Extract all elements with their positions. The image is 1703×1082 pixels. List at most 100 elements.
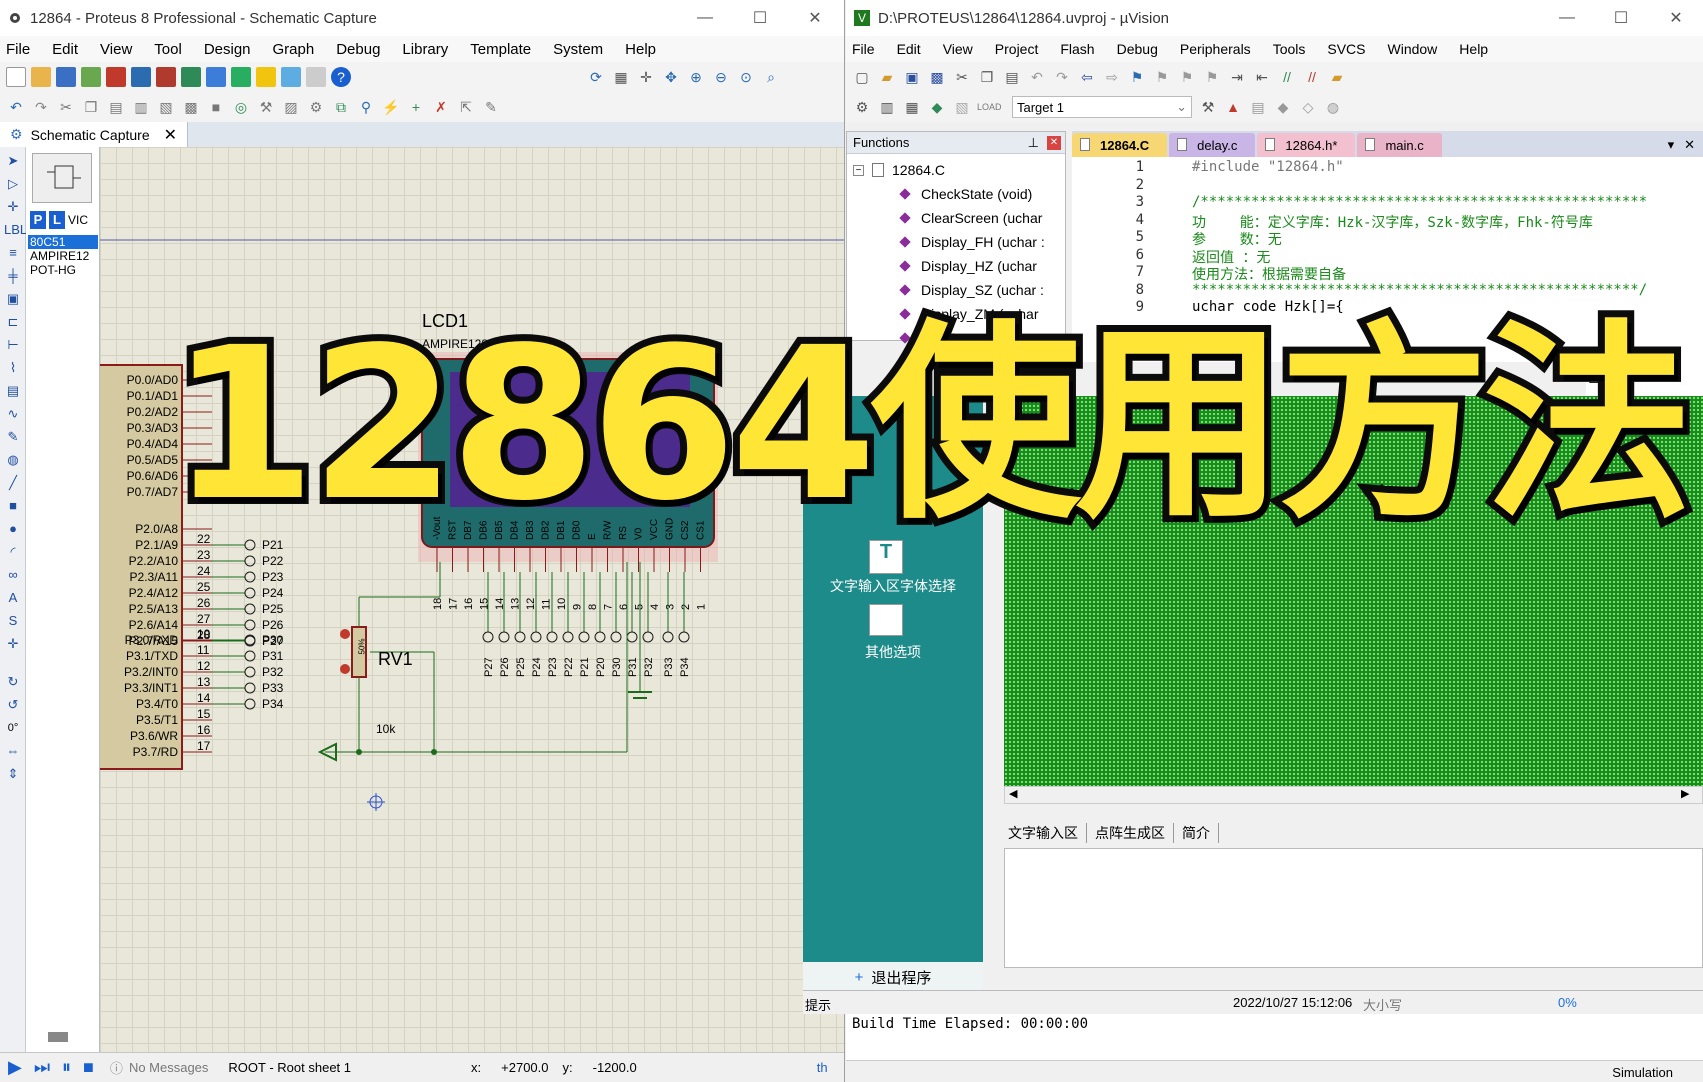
menu-library[interactable]: Library (402, 41, 448, 58)
uv-uncomment-icon[interactable]: // (1302, 67, 1322, 87)
decompose-icon[interactable]: ⚙ (306, 97, 326, 117)
uv-menu-debug[interactable]: Debug (1117, 41, 1158, 57)
uv-target-options-icon[interactable]: ⚒ (1198, 97, 1218, 117)
tab-12864-h[interactable]: 12864.h* (1257, 133, 1356, 157)
block-rotate-icon[interactable]: ▩ (181, 97, 201, 117)
tab-dot-matrix[interactable]: 点阵生成区 (1087, 823, 1174, 843)
play-icon[interactable]: ▶ (8, 1057, 22, 1078)
uv-nav-forward-icon[interactable]: ⇨ (1102, 67, 1122, 87)
rotate-cw-icon[interactable]: ↻ (4, 673, 22, 691)
uv-build-icon[interactable]: ▥ (877, 97, 897, 117)
tree-collapse-icon[interactable]: − (853, 164, 864, 176)
tabs-dropdown-icon[interactable]: ▾ (1668, 137, 1675, 153)
function-item[interactable]: Display_SZ (uchar : (899, 278, 1065, 302)
close-button[interactable]: ✕ (790, 0, 840, 36)
mirror-x-icon[interactable]: ⇔ (4, 742, 22, 760)
menu-file[interactable]: File (6, 41, 30, 58)
tab-12864-c[interactable]: 12864.C (1072, 133, 1168, 157)
uv-indent-icon[interactable]: ⇥ (1227, 67, 1247, 87)
uv-save-icon[interactable]: ▣ (902, 67, 922, 87)
symbol-icon[interactable]: S (4, 612, 22, 630)
uv-stop-build-icon[interactable]: ▧ (952, 97, 972, 117)
uv-save-all-icon[interactable]: ▩ (927, 67, 947, 87)
pick-devices-button[interactable]: P (30, 211, 46, 229)
zoom-out-icon[interactable]: ⊖ (711, 67, 731, 87)
tape-recorder-icon[interactable]: ▤ (4, 382, 22, 400)
rotate-ccw-icon[interactable]: ↺ (4, 696, 22, 714)
step-icon[interactable]: ⏭ (34, 1057, 50, 1078)
graph-icon[interactable]: ⌇ (4, 359, 22, 377)
text-input-area[interactable] (1004, 848, 1703, 968)
wire-label-icon[interactable]: LBL (4, 221, 27, 239)
origin-icon[interactable]: ✛ (636, 67, 656, 87)
block-copy-icon[interactable]: ▥ (131, 97, 151, 117)
home-icon[interactable] (106, 67, 126, 87)
maximize-button[interactable]: ☐ (735, 0, 785, 36)
device-list-scrollthumb[interactable] (48, 1032, 68, 1042)
tree-root[interactable]: − 12864.C (853, 158, 1065, 182)
uv-bookmark-clear-icon[interactable]: ⚑ (1202, 67, 1222, 87)
dot-matrix-hscroll[interactable]: ◀ ▶ (1004, 786, 1703, 804)
function-item[interactable]: CheckState (void) (899, 182, 1065, 206)
tabs-close-icon[interactable]: ✕ (1684, 137, 1695, 153)
schematic-icon[interactable] (131, 67, 151, 87)
scroll-right-icon[interactable]: ▶ (1681, 787, 1689, 800)
line-icon[interactable]: ╱ (4, 474, 22, 492)
device-item-ampire[interactable]: AMPIRE12 (28, 249, 98, 263)
marker-icon[interactable]: ✛ (4, 635, 22, 653)
block-move-icon[interactable]: ▧ (156, 97, 176, 117)
uv-find-in-files-icon[interactable]: ▰ (1327, 67, 1347, 87)
copy-icon[interactable]: ❐ (81, 97, 101, 117)
block-delete-icon[interactable]: ■ (206, 97, 226, 117)
menu-system[interactable]: System (553, 41, 603, 58)
uv-comment-icon[interactable]: // (1277, 67, 1297, 87)
gerber-icon[interactable] (181, 67, 201, 87)
uv-minimize-button[interactable]: — (1542, 0, 1592, 36)
search-tag-icon[interactable]: ⚲ (356, 97, 376, 117)
text-icon[interactable]: A (4, 589, 22, 607)
panel-close-icon[interactable]: ✕ (1047, 135, 1061, 150)
open-folder-icon[interactable] (31, 67, 51, 87)
remove-sheet-icon[interactable]: ✗ (431, 97, 451, 117)
uv-close-button[interactable]: ✕ (1651, 0, 1701, 36)
uv-menu-view[interactable]: View (943, 41, 973, 57)
tab-main-c[interactable]: main.c (1357, 133, 1442, 157)
pcb-icon[interactable] (156, 67, 176, 87)
generator-icon[interactable]: ∿ (4, 405, 22, 423)
tab-delay-c[interactable]: delay.c (1169, 133, 1256, 157)
uv-bookmark-prev-icon[interactable]: ⚑ (1152, 67, 1172, 87)
uv-rebuild-icon[interactable]: ▦ (902, 97, 922, 117)
uv-maximize-button[interactable]: ☐ (1596, 0, 1646, 36)
uv-rte-icon[interactable]: ◆ (1273, 97, 1293, 117)
uv-open-icon[interactable]: ▰ (877, 67, 897, 87)
redo-icon[interactable]: ↷ (31, 97, 51, 117)
menu-template[interactable]: Template (470, 41, 531, 58)
property-tool-icon[interactable]: ⚡ (381, 97, 401, 117)
package-tool-icon[interactable]: ▨ (281, 97, 301, 117)
pick-device-icon[interactable]: ◎ (231, 97, 251, 117)
uv-new-icon[interactable]: ▢ (852, 67, 872, 87)
tab-text-input[interactable]: 文字输入区 (1000, 823, 1087, 843)
uv-menu-edit[interactable]: Edit (897, 41, 921, 57)
wire-autorouter-icon[interactable]: ⧉ (331, 97, 351, 117)
uv-menu-peripherals[interactable]: Peripherals (1180, 41, 1251, 57)
bom-icon[interactable] (231, 67, 251, 87)
box-icon[interactable]: ■ (4, 497, 22, 515)
uv-menu-project[interactable]: Project (995, 41, 1039, 57)
new-file-icon[interactable] (6, 67, 26, 87)
uv-load-icon[interactable]: LOAD (977, 97, 1002, 117)
menu-tool[interactable]: Tool (154, 41, 182, 58)
uv-menu-tools[interactable]: Tools (1273, 41, 1306, 57)
mirror-y-icon[interactable]: ⇕ (4, 765, 22, 783)
font-select-label[interactable]: 文字输入区字体选择 (803, 576, 983, 596)
pin-icon[interactable]: ⊥ (1028, 135, 1039, 151)
virtual-instrument-icon[interactable]: ◍ (4, 451, 22, 469)
device-pins-icon[interactable]: ⊢ (4, 336, 22, 354)
source-icon[interactable] (281, 67, 301, 87)
grid-icon[interactable]: ▦ (611, 67, 631, 87)
library-manager-button[interactable]: L (49, 211, 65, 229)
uv-translate-icon[interactable]: ⚙ (852, 97, 872, 117)
cut-icon[interactable]: ✂ (56, 97, 76, 117)
cost-icon[interactable] (256, 67, 276, 87)
zoom-in-icon[interactable]: ⊕ (686, 67, 706, 87)
